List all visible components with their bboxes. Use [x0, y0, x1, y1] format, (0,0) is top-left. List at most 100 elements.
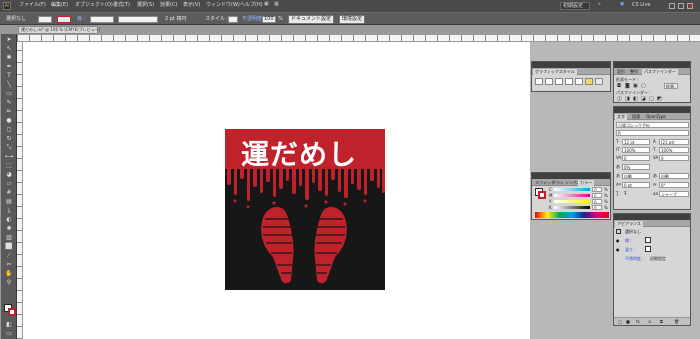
rectangle-icon[interactable]: ▭: [4, 91, 14, 97]
menu-edit[interactable]: 編集(E): [51, 3, 68, 8]
stroke-color-picker[interactable]: [57, 16, 71, 23]
shape-builder-icon[interactable]: ◕: [4, 172, 14, 178]
line-icon[interactable]: ╲: [4, 82, 14, 88]
type-icon[interactable]: T: [4, 73, 14, 79]
graphic-style-picker[interactable]: [228, 16, 238, 23]
menu-window[interactable]: ウィンドウ(W): [206, 3, 240, 8]
clear-appearance-icon[interactable]: ⊘: [648, 320, 651, 324]
eye-icon[interactable]: ●: [616, 239, 620, 243]
trash-icon[interactable]: 🗑: [674, 320, 679, 324]
color-spectrum[interactable]: [535, 212, 609, 218]
tab-character[interactable]: 文字: [615, 114, 627, 120]
kerning-input[interactable]: 0: [622, 155, 650, 161]
drawing-mode-icon[interactable]: ◧: [4, 322, 14, 328]
hand-icon[interactable]: ✋: [4, 271, 14, 277]
style-swatch[interactable]: [545, 78, 553, 85]
black-slider[interactable]: [554, 206, 590, 209]
search-icon[interactable]: ⌕: [598, 2, 601, 7]
outline-icon[interactable]: □: [649, 97, 654, 102]
eraser-icon[interactable]: ◻: [4, 127, 14, 133]
tracking-input[interactable]: 0: [659, 155, 689, 161]
menu-object[interactable]: オブジェクト(O): [75, 3, 113, 8]
screen-mode-icon[interactable]: ▭: [4, 331, 14, 337]
cyan-input[interactable]: 0: [592, 187, 602, 192]
minus-front-icon[interactable]: ◙: [625, 84, 630, 89]
style-swatch[interactable]: [555, 78, 563, 85]
menu-select[interactable]: 選択(S): [137, 3, 154, 8]
document-tab[interactable]: 運だめし.ai* @ 106 % (CMYK/プレビュー): [18, 26, 100, 34]
arrange-documents-icon[interactable]: ▦: [274, 2, 279, 7]
underline-icon[interactable]: T̲: [616, 192, 618, 196]
menu-view[interactable]: 表示(V): [183, 3, 200, 8]
magic-wand-icon[interactable]: ✱: [4, 55, 14, 61]
trim-icon[interactable]: ◨: [625, 97, 630, 102]
crop-icon[interactable]: ◪: [641, 97, 646, 102]
document-setup-button[interactable]: ドキュメント設定: [288, 15, 335, 24]
fill-color-picker[interactable]: [38, 16, 52, 23]
tab-pathfinder[interactable]: パスファインダー: [642, 69, 678, 75]
vertical-scale-input[interactable]: 100%: [622, 147, 650, 153]
tab-opentype[interactable]: OpenType: [644, 114, 668, 120]
blend-icon[interactable]: ◐: [4, 217, 14, 223]
tab-paragraph[interactable]: 段落: [630, 114, 642, 120]
artboard-icon[interactable]: ⬜: [4, 244, 14, 250]
direct-selection-icon[interactable]: ↖: [4, 46, 14, 52]
close-icon[interactable]: [687, 3, 693, 9]
aki-right-input[interactable]: 自動: [659, 173, 689, 179]
style-swatch[interactable]: [565, 78, 573, 85]
opacity-input[interactable]: 100: [262, 16, 276, 23]
menu-help[interactable]: ヘルプ(H): [240, 3, 263, 8]
minus-back-icon[interactable]: ◩: [657, 97, 662, 102]
magenta-input[interactable]: 0: [592, 193, 602, 198]
menu-file[interactable]: ファイル(F): [19, 3, 46, 8]
rotate-icon[interactable]: ↻: [4, 136, 14, 142]
appearance-fill-swatch[interactable]: [645, 246, 651, 252]
new-stroke-icon[interactable]: □: [618, 320, 622, 324]
perspective-grid-icon[interactable]: ▱: [4, 181, 14, 187]
appearance-stroke-swatch[interactable]: [645, 237, 651, 243]
artwork-poster[interactable]: 運だめし: [225, 129, 385, 290]
intersect-icon[interactable]: ▣: [633, 84, 638, 89]
stroke-weight-input[interactable]: [90, 16, 114, 23]
scale-icon[interactable]: ⤡: [4, 145, 14, 151]
duplicate-item-icon[interactable]: ⧉: [660, 320, 663, 324]
font-family-select[interactable]: 小塚ゴシック Pro: [616, 122, 689, 128]
appearance-fill-label[interactable]: 塗り :: [625, 248, 636, 252]
preferences-button[interactable]: 環境設定: [339, 15, 366, 24]
eyedropper-icon[interactable]: ⤓: [4, 208, 14, 214]
selection-icon[interactable]: ➤: [4, 37, 14, 43]
divide-icon[interactable]: ◫: [617, 97, 622, 102]
maximize-icon[interactable]: [678, 3, 684, 9]
variable-width-profile[interactable]: [118, 16, 158, 23]
free-transform-icon[interactable]: ⬚: [4, 163, 14, 169]
scissors-icon[interactable]: ✂: [4, 262, 14, 268]
eye-icon[interactable]: ●: [616, 248, 620, 252]
expand-button[interactable]: 拡張: [664, 83, 678, 89]
gradient-icon[interactable]: ▤: [4, 199, 14, 205]
appearance-stroke-label[interactable]: 線 :: [625, 239, 632, 243]
antialias-select[interactable]: シャープ: [659, 191, 689, 197]
pen-icon[interactable]: ✒: [4, 64, 14, 70]
font-size-input[interactable]: 12 pt: [622, 139, 650, 145]
graph-icon[interactable]: ▥: [4, 235, 14, 241]
cs-live-menu[interactable]: CS Live: [632, 3, 650, 8]
aki-left-input[interactable]: 自動: [622, 173, 650, 179]
magenta-slider[interactable]: [554, 194, 590, 197]
slice-icon[interactable]: ⟋: [4, 253, 14, 259]
style-swatch[interactable]: [535, 78, 543, 85]
tab-align[interactable]: 整列: [628, 69, 640, 75]
tab-color[interactable]: カラー: [578, 180, 594, 186]
style-swatch[interactable]: [585, 78, 593, 85]
brush-definition[interactable]: 2 pt 楕円: [165, 17, 187, 22]
leading-input[interactable]: (21 pt): [659, 139, 689, 145]
width-icon[interactable]: ⟷: [4, 154, 14, 160]
new-fill-icon[interactable]: ■: [626, 320, 630, 324]
mesh-icon[interactable]: #: [4, 190, 14, 196]
bridge-icon[interactable]: ▣: [264, 2, 269, 7]
color-stroke-swatch[interactable]: [538, 191, 546, 199]
menu-effect[interactable]: 効果(C): [160, 3, 177, 8]
horizontal-scale-input[interactable]: 100%: [659, 147, 689, 153]
unite-icon[interactable]: ◘: [617, 84, 621, 89]
workspace-switcher[interactable]: 初期設定: [560, 2, 590, 10]
baseline-shift-input[interactable]: 0 pt: [622, 182, 650, 188]
